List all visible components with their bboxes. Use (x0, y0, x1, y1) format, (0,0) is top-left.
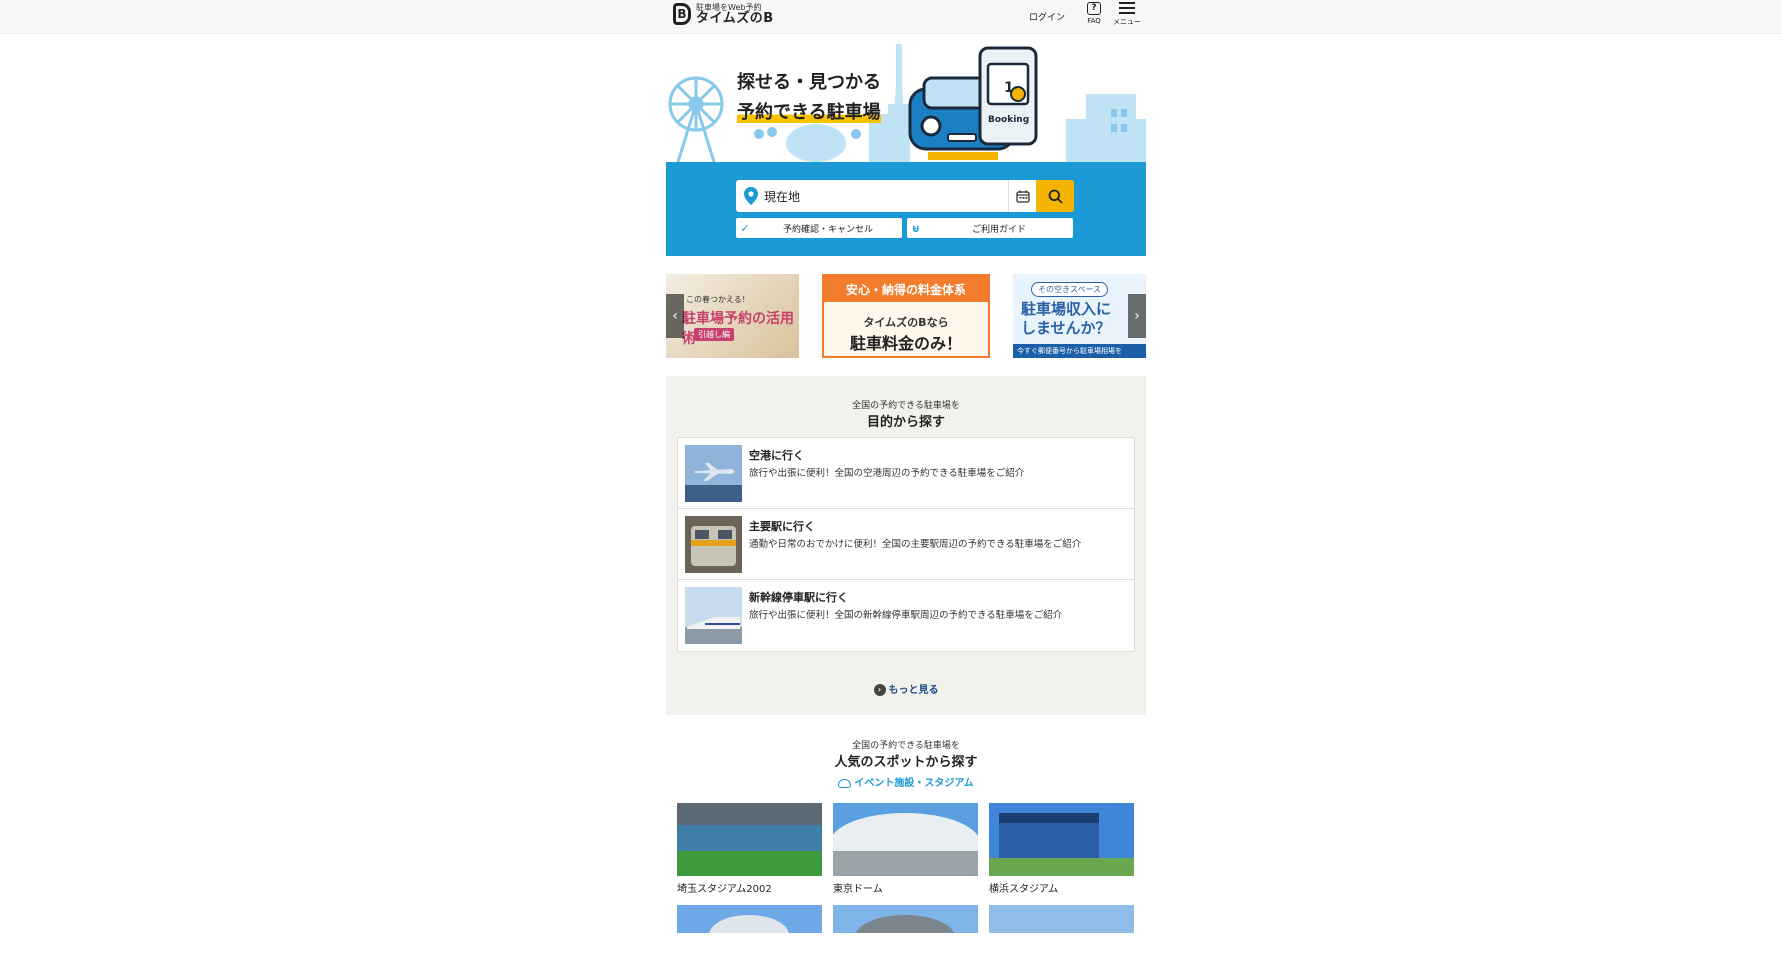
stadium-icon (838, 778, 852, 788)
spot-yokohama-stadium[interactable]: 横浜スタジアム (989, 803, 1134, 895)
section-title: 目的から探す (866, 415, 945, 430)
login-link[interactable]: ログイン (1029, 10, 1065, 23)
location-pin-icon (744, 187, 758, 205)
card-desc: 旅行や出張に便利！全国の新幹線停車駅周辺の予約できる駐車場をご紹介 (749, 610, 1063, 621)
hero-title: 探せる・見つかる 予約できる駐車場 (737, 68, 881, 128)
banner-title: 駐車場収入に しませんか？ (1021, 300, 1112, 337)
site-header: B 駐車場をWeb予約 タイムズのB ログイン ? FAQ メニュー (0, 0, 1782, 34)
banner-carousel: この春つかえる！ 駐車場予約の活用術 引越し編 安心・納得の料金体系 タイムズの… (666, 274, 1146, 358)
more-label: もっと見る (888, 685, 939, 696)
calendar-icon (1015, 190, 1030, 203)
spot-image (833, 803, 978, 876)
hero-title-line2: 予約できる駐車場 (737, 102, 881, 123)
logo-title: タイムズのB (696, 10, 774, 26)
spot-next-row-3[interactable] (989, 905, 1134, 978)
category-label: イベント施設・スタジアム (854, 778, 974, 789)
card-title: 空港に行く (749, 449, 804, 462)
hero-section: 1 Booking 探せる・見つかる 予約できる駐車場 現在地 ✓ 予約確認・キ… (666, 34, 1146, 256)
station-image (685, 516, 742, 573)
spot-next-row-1[interactable] (677, 905, 822, 978)
purpose-card-airport[interactable]: 空港に行く 旅行や出張に便利！全国の空港周辺の予約できる駐車場をご紹介 (677, 437, 1135, 510)
spots-section: 全国の予約できる駐車場を 人気のスポットから探す イベント施設・スタジアム 埼玉… (666, 733, 1146, 959)
hero-title-line1: 探せる・見つかる (737, 72, 881, 93)
calendar-button[interactable] (1008, 180, 1036, 212)
reservation-check-button[interactable]: ✓ 予約確認・キャンセル (736, 218, 902, 238)
faq-icon: ? (1087, 2, 1101, 15)
reservation-check-label: 予約確認・キャンセル (782, 224, 873, 235)
banner-line2: 駐車料金のみ！ (849, 334, 962, 353)
carousel-next-button[interactable]: › (1128, 294, 1146, 338)
phone-booking-icon (978, 46, 1038, 146)
beginner-mark-icon: ⊌ (911, 221, 921, 235)
spot-label: 埼玉スタジアム2002 (677, 884, 772, 895)
logo-text: 駐車場をWeb予約 タイムズのB (696, 3, 774, 26)
chevron-left-icon: ‹ (672, 308, 678, 324)
spot-label: 横浜スタジアム (989, 884, 1059, 895)
spot-image (677, 803, 822, 876)
spot-image (989, 803, 1134, 876)
hamburger-icon (1119, 2, 1135, 15)
spot-saitama-stadium[interactable]: 埼玉スタジアム2002 (677, 803, 822, 895)
card-title: 主要駅に行く (749, 520, 815, 533)
chevron-right-icon: › (873, 684, 886, 696)
banner-line1: タイムズのBなら (863, 316, 949, 329)
location-search-bar[interactable]: 現在地 (736, 180, 1074, 212)
spot-tokyo-dome[interactable]: 東京ドーム (833, 803, 978, 895)
search-input[interactable]: 現在地 (764, 188, 1008, 205)
spot-image (833, 905, 978, 978)
purpose-card-station[interactable]: 主要駅に行く 通勤や日常のおでかけに便利！全国の主要駅周辺の予約できる駐車場をご… (677, 508, 1135, 581)
airport-image (685, 445, 742, 502)
spot-image (989, 905, 1134, 978)
search-button[interactable] (1036, 180, 1074, 212)
card-desc: 通勤や日常のおでかけに便利！全国の主要駅周辺の予約できる駐車場をご紹介 (749, 539, 1082, 550)
spot-image (677, 905, 822, 978)
user-guide-button[interactable]: ⊌ ご利用ガイド (907, 218, 1073, 238)
banner-parking-owner[interactable]: その空きスペース 駐車場収入に しませんか？ 今すぐ郵便番号から駐車場相場を (1013, 274, 1146, 358)
banner-tag: その空きスペース (1031, 282, 1109, 297)
search-icon (1048, 189, 1063, 204)
menu-label: メニュー (1113, 18, 1141, 26)
carousel-prev-button[interactable]: ‹ (666, 294, 684, 338)
check-icon: ✓ (740, 221, 750, 235)
banner-tag: この春つかえる！ (686, 295, 750, 304)
spot-label: 東京ドーム (833, 884, 883, 895)
faq-label: FAQ (1087, 17, 1101, 25)
faq-button[interactable]: ? FAQ (1083, 2, 1105, 25)
more-link[interactable]: › もっと見る (666, 681, 1146, 696)
banner-sub: 引越し編 (694, 328, 734, 341)
logo-mark: B (673, 3, 691, 25)
banner-heading: 安心・納得の料金体系 (824, 276, 988, 302)
menu-button[interactable]: メニュー (1112, 2, 1142, 27)
shinkansen-image (685, 587, 742, 644)
purpose-section: 全国の予約できる駐車場を 目的から探す 空港に行く 旅行や出張に便利！全国の空港… (666, 376, 1146, 715)
category-event-stadium[interactable]: イベント施設・スタジアム (666, 774, 1146, 789)
site-logo[interactable]: B 駐車場をWeb予約 タイムズのB (673, 3, 774, 25)
banner-footer: 今すぐ郵便番号から駐車場相場を (1013, 344, 1146, 358)
card-desc: 旅行や出張に便利！全国の空港周辺の予約できる駐車場をご紹介 (749, 468, 1025, 479)
section-title: 人気のスポットから探す (834, 755, 978, 770)
purpose-card-shinkansen[interactable]: 新幹線停車駅に行く 旅行や出張に便利！全国の新幹線停車駅周辺の予約できる駐車場を… (677, 579, 1135, 652)
chevron-right-icon: › (1134, 308, 1140, 324)
booking-label: Booking (988, 115, 1029, 125)
booking-day: 1 (1004, 80, 1014, 96)
banner-pricing[interactable]: 安心・納得の料金体系 タイムズのBなら 駐車料金のみ！ (822, 274, 990, 358)
banner-moving-tips[interactable]: この春つかえる！ 駐車場予約の活用術 引越し編 (666, 274, 799, 358)
ferris-wheel-icon (668, 76, 724, 163)
user-guide-label: ご利用ガイド (971, 224, 1026, 235)
section-subtitle: 全国の予約できる駐車場を (852, 741, 960, 751)
section-subtitle: 全国の予約できる駐車場を (852, 401, 960, 411)
spot-next-row-2[interactable] (833, 905, 978, 978)
card-title: 新幹線停車駅に行く (749, 591, 848, 604)
